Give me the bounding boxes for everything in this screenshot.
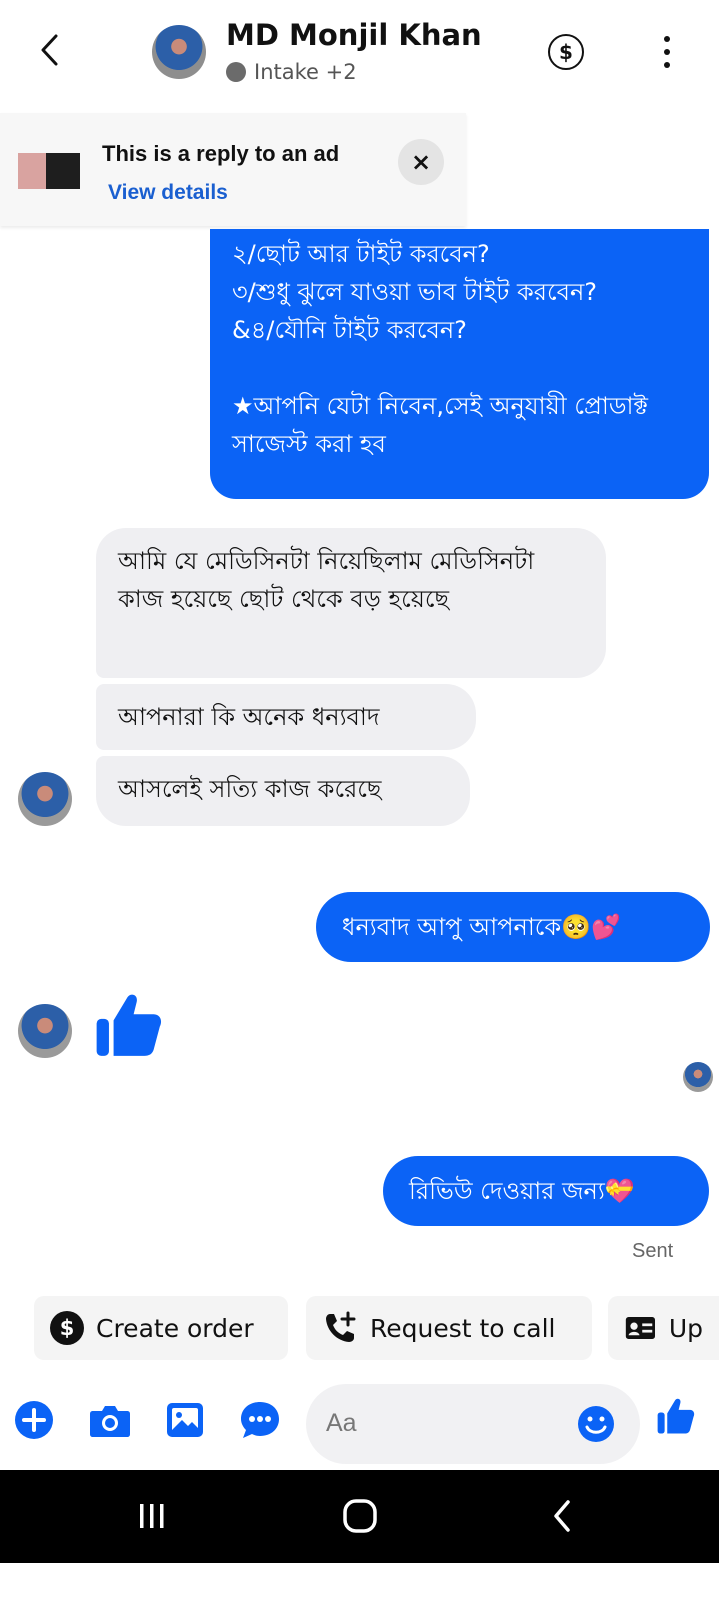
- recent-apps-icon: [140, 1504, 164, 1528]
- emoji-icon[interactable]: [576, 1404, 616, 1444]
- system-back-button[interactable]: [532, 1488, 592, 1544]
- delivery-status: Sent: [632, 1240, 674, 1262]
- thumbs-up-icon[interactable]: [92, 988, 166, 1062]
- status-dot-icon: [226, 62, 246, 82]
- update-contact-button[interactable]: Up: [608, 1296, 719, 1360]
- close-ad-banner-button[interactable]: ×: [398, 139, 444, 185]
- contact-status: Intake +2: [226, 60, 357, 84]
- home-icon: [343, 1499, 377, 1533]
- bottom-margin: [0, 1563, 719, 1599]
- ad-reply-banner: This is a reply to an ad View details: [0, 113, 466, 226]
- dollar-icon: $: [50, 1311, 84, 1345]
- plus-icon: [15, 1401, 53, 1439]
- create-order-label: Create order: [96, 1313, 254, 1343]
- request-to-call-button[interactable]: Request to call: [306, 1296, 592, 1360]
- status-label: Intake +2: [254, 60, 357, 84]
- message-input-box[interactable]: [306, 1384, 640, 1464]
- message-bubble-incoming[interactable]: আমি যে মেডিসিনটা নিয়েছিলাম মেডিসিনটা কা…: [96, 528, 606, 678]
- back-button[interactable]: [28, 28, 72, 72]
- update-contact-label: Up: [668, 1313, 703, 1343]
- message-bubble-incoming[interactable]: আসলেই সত্যি কাজ করেছে: [96, 756, 470, 826]
- message-bubble-outgoing[interactable]: ২/ছোট আর টাইট করবেন? ৩/শুধু ঝুলে যাওয়া …: [210, 229, 709, 499]
- more-options-button[interactable]: [652, 32, 682, 72]
- home-button[interactable]: [330, 1488, 390, 1544]
- camera-icon: [90, 1406, 130, 1437]
- camera-button[interactable]: [88, 1398, 132, 1442]
- message-bubble-outgoing[interactable]: রিভিউ দেওয়ার জন্য💝: [383, 1156, 709, 1226]
- sender-avatar[interactable]: [18, 1004, 72, 1058]
- chat-dots-icon: [241, 1402, 279, 1438]
- phone-add-icon: [326, 1311, 356, 1342]
- chat-extensions-button[interactable]: [238, 1398, 282, 1442]
- message-bubble-incoming[interactable]: আপনারা কি অনেক ধন্যবাদ: [96, 684, 476, 750]
- request-to-call-label: Request to call: [370, 1313, 556, 1343]
- image-icon: [167, 1403, 203, 1437]
- read-receipt-avatar: [683, 1062, 713, 1092]
- quick-actions-row: $ Create order Request to call Up: [0, 1296, 719, 1362]
- message-composer: [0, 1376, 719, 1466]
- add-button[interactable]: [12, 1398, 56, 1442]
- sender-avatar[interactable]: [18, 772, 72, 826]
- ad-reply-title: This is a reply to an ad: [102, 141, 340, 166]
- view-details-link[interactable]: View details: [108, 181, 228, 205]
- create-order-button[interactable]: $ Create order: [34, 1296, 288, 1360]
- contact-avatar[interactable]: [152, 25, 206, 79]
- chevron-left-icon: [554, 1500, 570, 1532]
- gallery-button[interactable]: [163, 1398, 207, 1442]
- message-input[interactable]: [326, 1400, 566, 1446]
- contact-card-icon: [625, 1317, 656, 1339]
- chevron-left-icon: [41, 34, 58, 66]
- payment-button[interactable]: $: [548, 34, 584, 70]
- dollar-icon: $: [559, 40, 573, 64]
- close-icon: ×: [410, 148, 432, 176]
- contact-name[interactable]: MD Monjil Khan: [226, 18, 482, 52]
- send-like-button[interactable]: [654, 1394, 698, 1438]
- ad-thumbnail[interactable]: [18, 153, 80, 189]
- recent-apps-button[interactable]: [122, 1488, 182, 1544]
- more-vertical-icon: [664, 36, 670, 42]
- message-bubble-outgoing[interactable]: ধন্যবাদ আপু আপনাকে🥺💕: [316, 892, 710, 962]
- chat-header: MD Monjil Khan Intake +2 $: [0, 0, 719, 110]
- thumbs-up-icon: [657, 1398, 695, 1434]
- system-navigation-bar: [0, 1470, 719, 1563]
